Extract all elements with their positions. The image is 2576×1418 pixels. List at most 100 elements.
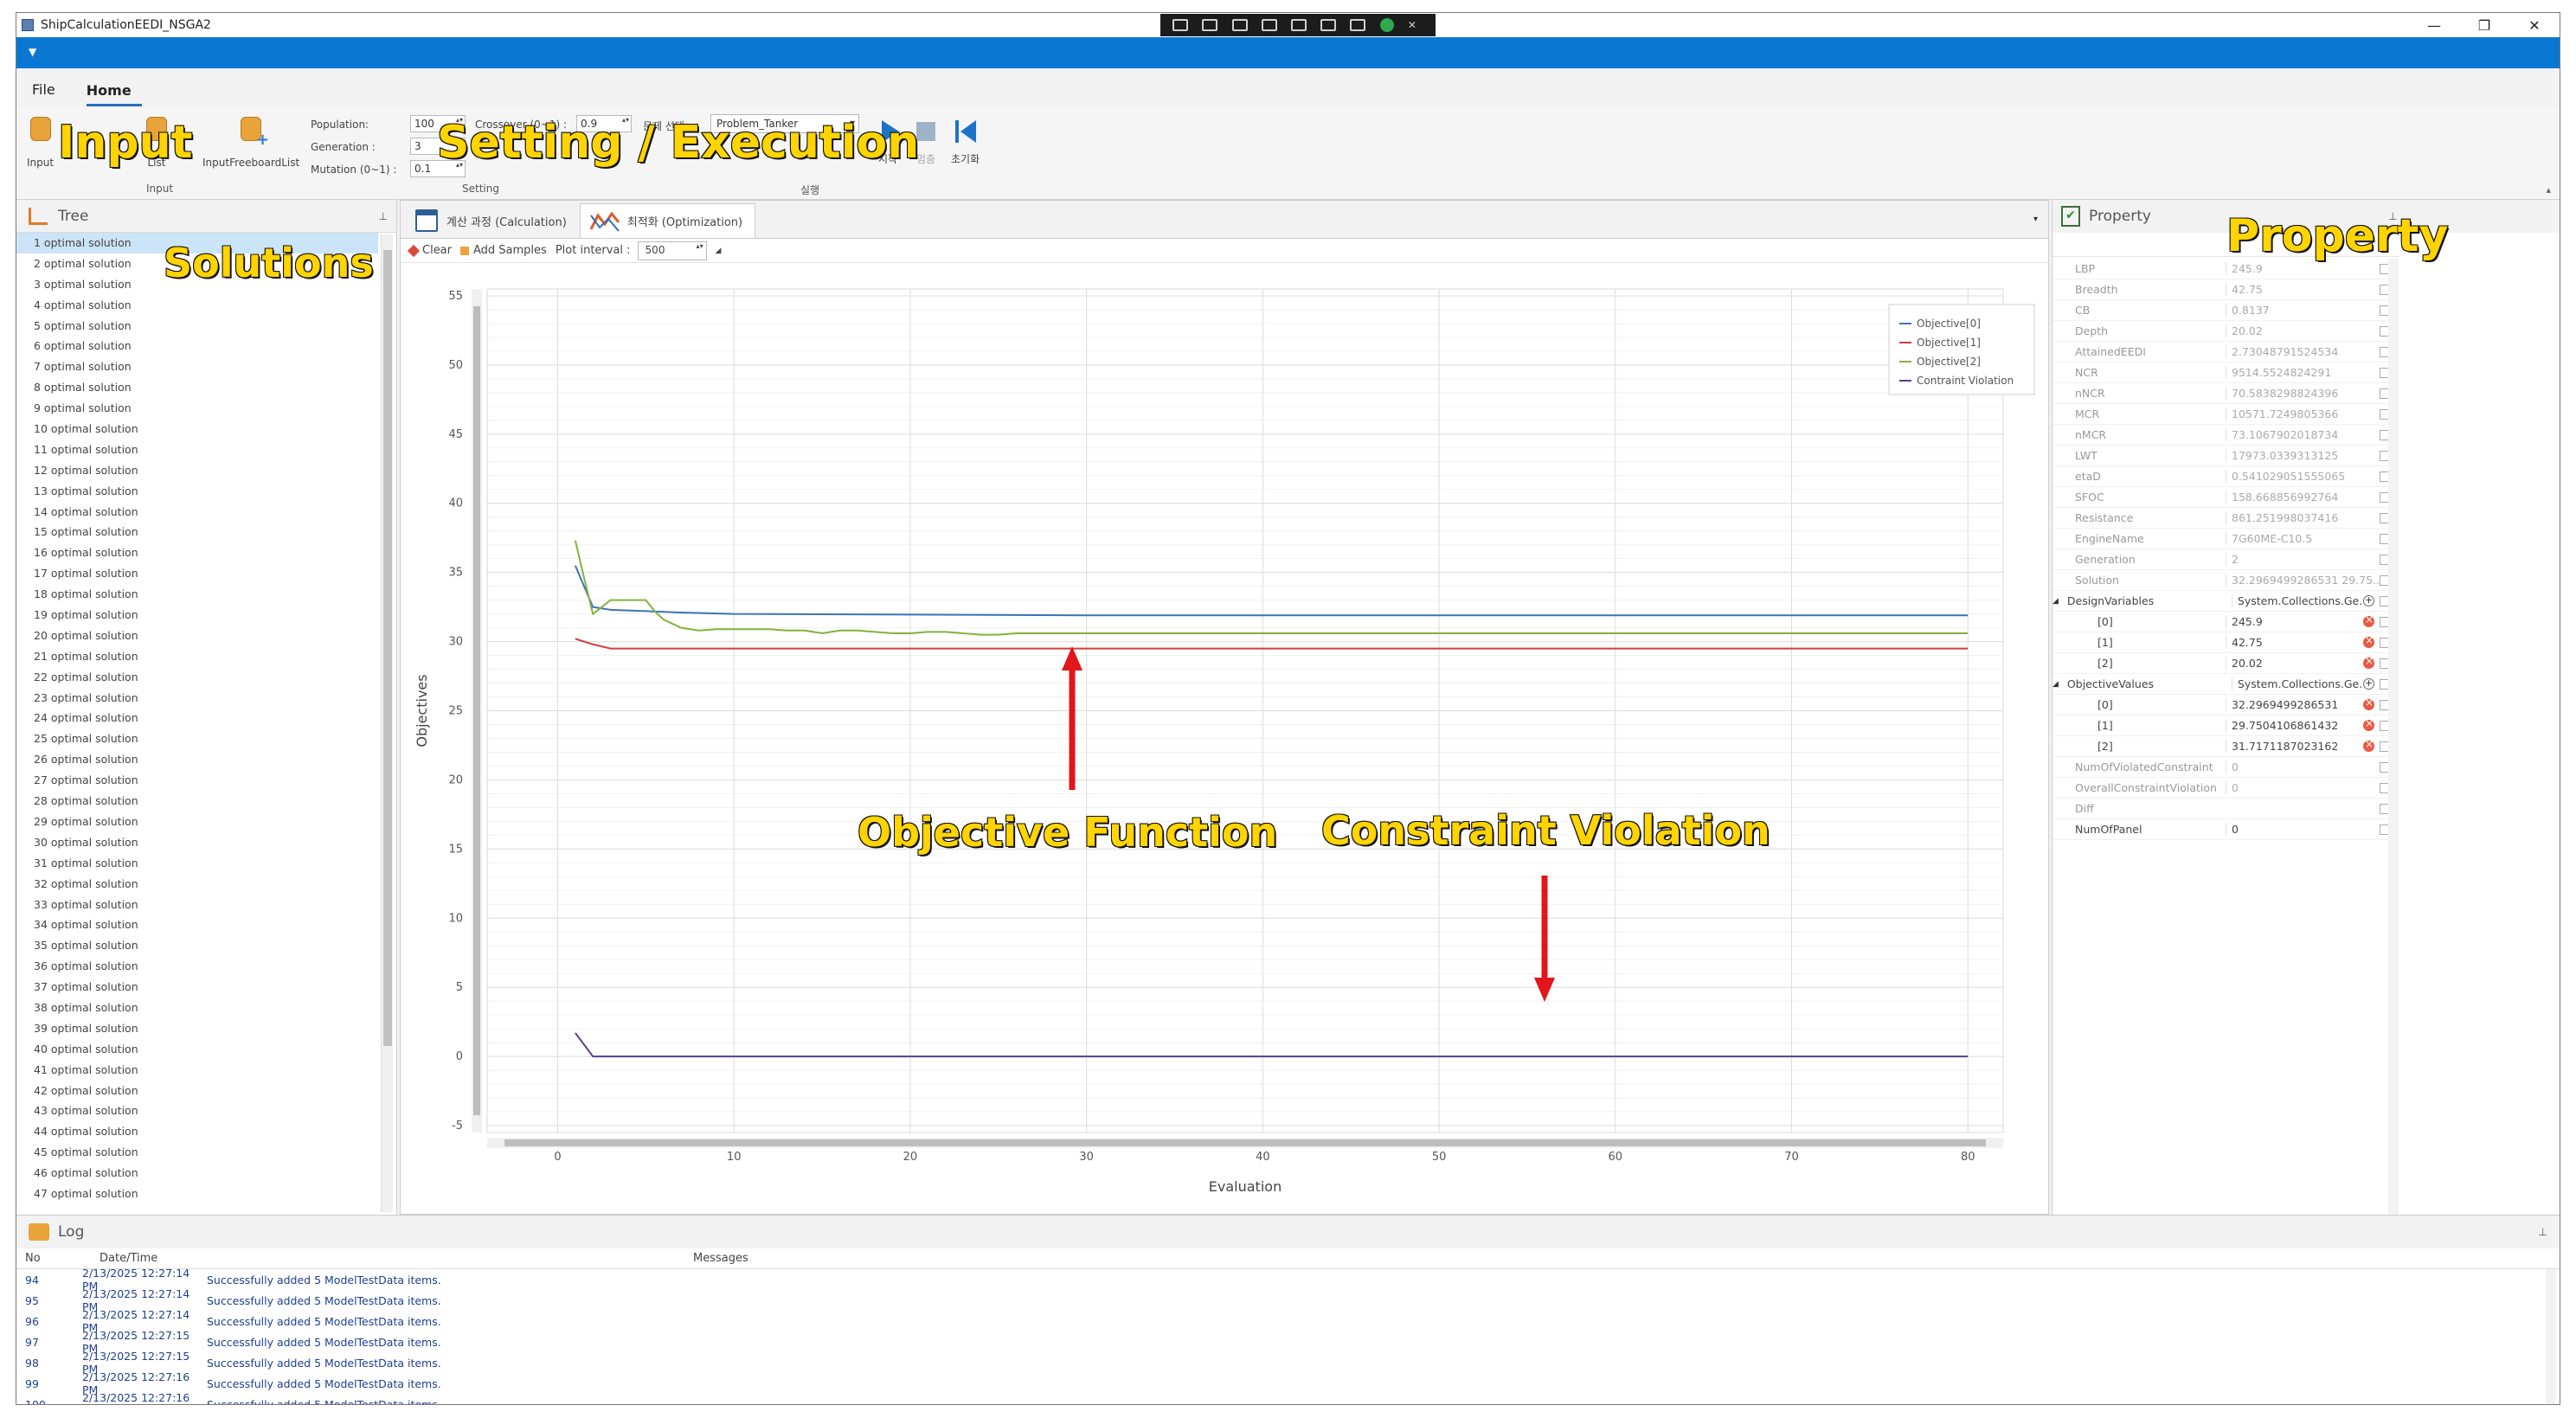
tree-item[interactable]: 26 optimal solution bbox=[16, 749, 378, 770]
tree-item[interactable]: 15 optimal solution bbox=[16, 522, 378, 542]
expand-icon[interactable]: ◢ bbox=[2052, 680, 2059, 689]
tree-item[interactable]: 39 optimal solution bbox=[16, 1018, 378, 1039]
property-value[interactable]: 861.251998037416 bbox=[2226, 511, 2380, 524]
property-row[interactable]: [2] 31.7171187023162 bbox=[2052, 736, 2399, 757]
tree-item[interactable]: 5 optimal solution bbox=[16, 316, 378, 337]
tree-item[interactable]: 10 optimal solution bbox=[16, 419, 378, 440]
plot-interval-input[interactable]: 500 bbox=[637, 241, 707, 260]
remove-icon[interactable] bbox=[2363, 634, 2374, 648]
property-value[interactable]: 2 bbox=[2226, 553, 2380, 566]
tree-item[interactable]: 18 optimal solution bbox=[16, 584, 378, 605]
property-row[interactable]: [0] 32.2969499286531 bbox=[2052, 695, 2399, 715]
tree-item[interactable]: 14 optimal solution bbox=[16, 502, 378, 523]
expand-icon[interactable]: ◢ bbox=[2052, 597, 2059, 606]
tree-item[interactable]: 24 optimal solution bbox=[16, 708, 378, 728]
input-freeboard-list-button[interactable]: InputFreeboardList bbox=[202, 117, 299, 169]
property-value[interactable]: 31.7171187023162 bbox=[2226, 740, 2363, 753]
tree-item[interactable]: 13 optimal solution bbox=[16, 481, 378, 502]
tree-item[interactable]: 45 optimal solution bbox=[16, 1142, 378, 1163]
property-value[interactable]: System.Collections.Ge... bbox=[2231, 677, 2363, 690]
pin-icon[interactable]: ⊥ bbox=[379, 210, 388, 222]
connected-icon[interactable] bbox=[1379, 18, 1394, 32]
tree-item[interactable]: 35 optimal solution bbox=[16, 935, 378, 956]
log-scrollbar[interactable] bbox=[2546, 1269, 2556, 1404]
tree-item[interactable]: 41 optimal solution bbox=[16, 1060, 378, 1081]
property-row[interactable]: [1] 42.75 bbox=[2052, 632, 2399, 653]
property-row[interactable]: [2] 20.02 bbox=[2052, 653, 2399, 674]
screen-icon[interactable] bbox=[1231, 19, 1248, 31]
chevron-down-icon[interactable]: ▼ bbox=[29, 46, 36, 58]
reset-icon[interactable] bbox=[955, 120, 976, 143]
property-value[interactable]: 32.2969499286531 29.75... bbox=[2226, 574, 2380, 587]
property-row[interactable]: MCR 10571.7249805366 bbox=[2052, 404, 2399, 425]
tabs-dropdown-icon[interactable]: ▾ bbox=[2033, 215, 2038, 224]
tree-item[interactable]: 21 optimal solution bbox=[16, 646, 378, 667]
log-row[interactable]: 95 2/13/2025 12:27:14 PM Successfully adde… bbox=[16, 1287, 2560, 1313]
tree-scrollbar[interactable] bbox=[381, 234, 393, 1212]
ribbon-collapse-icon[interactable]: ▴ bbox=[2546, 184, 2551, 196]
tree-item[interactable]: 20 optimal solution bbox=[16, 626, 378, 646]
remove-icon[interactable] bbox=[2363, 696, 2374, 710]
property-value[interactable]: 2.73048791524534 bbox=[2226, 345, 2380, 358]
property-value[interactable]: 42.75 bbox=[2226, 283, 2380, 296]
monitor-icon[interactable] bbox=[1172, 19, 1189, 31]
remove-icon[interactable] bbox=[2363, 655, 2374, 669]
property-value[interactable]: 0.541029051555065 bbox=[2226, 470, 2380, 483]
close-button[interactable]: ✕ bbox=[2509, 13, 2560, 37]
tree-item[interactable]: 9 optimal solution bbox=[16, 398, 378, 419]
property-value[interactable]: 29.7504106861432 bbox=[2226, 719, 2363, 732]
tree-item[interactable]: 7 optimal solution bbox=[16, 356, 378, 377]
property-row[interactable]: NumOfViolatedConstraint 0 bbox=[2052, 757, 2399, 778]
log-row[interactable]: 98 2/13/2025 12:27:15 PM Successfully adde… bbox=[16, 1350, 2560, 1376]
property-value[interactable]: 17973.0339313125 bbox=[2226, 449, 2380, 462]
tree-item[interactable]: 37 optimal solution bbox=[16, 977, 378, 998]
tab-calculation[interactable]: 계산 과정 (Calculation) bbox=[406, 203, 580, 238]
property-row[interactable]: Diff bbox=[2052, 799, 2399, 819]
property-value[interactable]: 9514.5524824291 bbox=[2226, 366, 2380, 379]
property-value[interactable]: 70.5838298824396 bbox=[2226, 387, 2380, 400]
property-value[interactable]: 20.02 bbox=[2226, 657, 2363, 670]
property-value[interactable]: 32.2969499286531 bbox=[2226, 698, 2363, 711]
tree-item[interactable]: 17 optimal solution bbox=[16, 563, 378, 584]
tree-item[interactable]: 31 optimal solution bbox=[16, 853, 378, 874]
tree-item[interactable]: 32 optimal solution bbox=[16, 874, 378, 895]
property-row[interactable]: nNCR 70.5838298824396 bbox=[2052, 383, 2399, 404]
property-row[interactable]: Resistance 861.251998037416 bbox=[2052, 508, 2399, 529]
property-row[interactable]: nMCR 73.1067902018734 bbox=[2052, 425, 2399, 446]
property-row[interactable]: [1] 29.7504106861432 bbox=[2052, 715, 2399, 736]
log-row[interactable]: 96 2/13/2025 12:27:14 PM Successfully adde… bbox=[16, 1308, 2560, 1334]
tree-item[interactable]: 12 optimal solution bbox=[16, 460, 378, 481]
tree-item[interactable]: 30 optimal solution bbox=[16, 832, 378, 853]
log-row[interactable]: 94 2/13/2025 12:27:14 PM Successfully adde… bbox=[16, 1269, 2560, 1293]
tree-item[interactable]: 29 optimal solution bbox=[16, 812, 378, 832]
property-value[interactable]: 0 bbox=[2226, 823, 2380, 836]
tree-item[interactable]: 19 optimal solution bbox=[16, 605, 378, 626]
property-row[interactable]: ◢ DesignVariables System.Collections.Ge..… bbox=[2052, 591, 2399, 612]
property-row[interactable]: EngineName 7G60ME-C10.5 bbox=[2052, 529, 2399, 549]
property-value[interactable]: 10571.7249805366 bbox=[2226, 407, 2380, 420]
property-value[interactable]: 0.8137 bbox=[2226, 304, 2380, 317]
window-icon[interactable] bbox=[1261, 19, 1277, 31]
tree-item[interactable]: 27 optimal solution bbox=[16, 770, 378, 791]
remove-icon[interactable] bbox=[2363, 613, 2374, 627]
tree-item[interactable]: 42 optimal solution bbox=[16, 1081, 378, 1101]
property-row[interactable]: CB 0.8137 bbox=[2052, 300, 2399, 321]
tree-item[interactable]: 22 optimal solution bbox=[16, 667, 378, 688]
property-row[interactable]: Generation 2 bbox=[2052, 549, 2399, 570]
property-row[interactable]: Depth 20.02 bbox=[2052, 321, 2399, 342]
tree-item[interactable]: 34 optimal solution bbox=[16, 914, 378, 935]
remove-icon[interactable] bbox=[2363, 717, 2374, 731]
tree-item[interactable]: 40 optimal solution bbox=[16, 1039, 378, 1060]
minimize-button[interactable]: — bbox=[2409, 13, 2459, 37]
settings-icon[interactable] bbox=[1350, 19, 1366, 31]
tab-file[interactable]: File bbox=[32, 81, 66, 106]
add-icon[interactable]: + bbox=[2363, 678, 2374, 690]
property-value[interactable]: 73.1067902018734 bbox=[2226, 428, 2380, 441]
tree-item[interactable]: 47 optimal solution bbox=[16, 1184, 378, 1204]
remove-icon[interactable] bbox=[2363, 738, 2374, 752]
col-datetime[interactable]: Date/Time bbox=[65, 1252, 234, 1265]
property-row[interactable]: Solution 32.2969499286531 29.75... bbox=[2052, 570, 2399, 591]
property-value[interactable]: 42.75 bbox=[2226, 636, 2363, 649]
property-value[interactable]: 158.668856992764 bbox=[2226, 491, 2380, 504]
maximize-button[interactable]: ❐ bbox=[2459, 13, 2509, 37]
